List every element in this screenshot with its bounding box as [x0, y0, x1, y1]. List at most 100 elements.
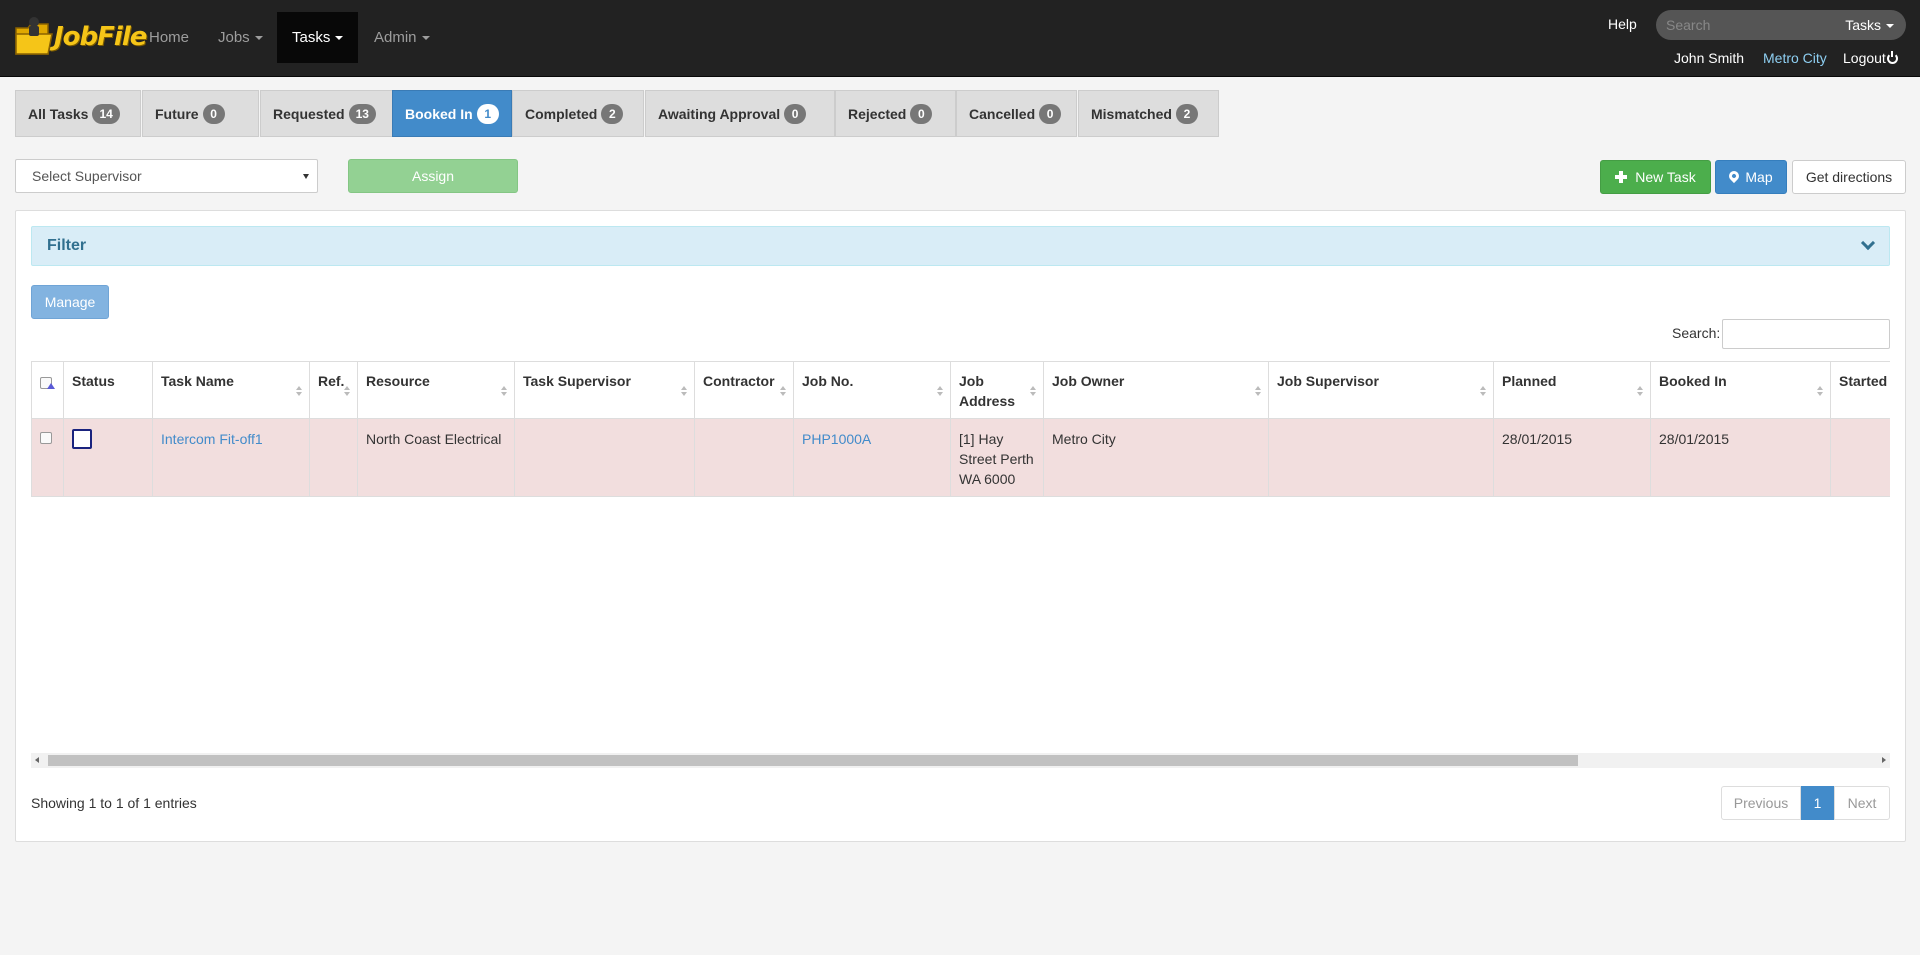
- col-job-owner-label: Job Owner: [1052, 373, 1125, 389]
- nav-admin-label: Admin: [374, 29, 417, 46]
- sort-icon: [501, 386, 508, 398]
- current-page-button[interactable]: 1: [1801, 786, 1834, 820]
- logo-text: JobFile: [54, 22, 147, 52]
- col-task-name-label: Task Name: [161, 373, 234, 389]
- col-booked-in-label: Booked In: [1659, 373, 1727, 389]
- select-all-header[interactable]: [31, 361, 64, 419]
- count-badge: 2: [601, 104, 624, 124]
- tab-rejected[interactable]: Rejected 0: [835, 90, 956, 137]
- col-job-supervisor[interactable]: Job Supervisor: [1268, 361, 1494, 419]
- jobfile-logo[interactable]: JobFile: [14, 8, 147, 68]
- scrollbar-thumb[interactable]: [48, 755, 1578, 766]
- row-select-cell[interactable]: [31, 418, 64, 497]
- col-resource-label: Resource: [366, 373, 430, 389]
- tab-label: Future: [155, 106, 199, 122]
- map-button[interactable]: Map: [1715, 160, 1787, 194]
- caret-down-icon: [421, 36, 430, 41]
- job-address-cell: [1] Hay Street Perth WA 6000: [950, 418, 1044, 497]
- tab-label: Requested: [273, 106, 345, 122]
- nav-jobs[interactable]: Jobs: [203, 12, 278, 63]
- nav-tasks[interactable]: Tasks: [277, 12, 358, 63]
- col-planned[interactable]: Planned: [1493, 361, 1651, 419]
- count-badge: 13: [348, 104, 376, 124]
- manage-button[interactable]: Manage: [31, 285, 109, 319]
- table-row[interactable]: Intercom Fit-off1 North Coast Electrical…: [31, 418, 1890, 497]
- tab-cancelled[interactable]: Cancelled 0: [956, 90, 1077, 137]
- count-badge: 0: [784, 104, 807, 124]
- new-task-button[interactable]: New Task: [1600, 160, 1711, 194]
- sort-icon: [1255, 386, 1262, 398]
- job-owner-cell: Metro City: [1043, 418, 1269, 497]
- table-header-row: Status Task Name Ref. Resource Task Supe…: [31, 361, 1890, 419]
- started-cell: [1830, 418, 1890, 497]
- horizontal-scrollbar[interactable]: [31, 753, 1890, 768]
- filter-header[interactable]: Filter: [31, 226, 1890, 266]
- nav-admin[interactable]: Admin: [359, 12, 445, 63]
- logout-link[interactable]: Logout: [1843, 50, 1898, 66]
- supervisor-select[interactable]: Select Supervisor: [15, 159, 318, 193]
- next-page-button[interactable]: Next: [1834, 786, 1890, 820]
- caret-down-icon: [335, 36, 344, 41]
- tab-future[interactable]: Future 0: [142, 90, 259, 137]
- folder-logo-icon: [15, 17, 53, 55]
- col-resource[interactable]: Resource: [357, 361, 515, 419]
- scroll-right-icon[interactable]: [1882, 757, 1886, 763]
- row-checkbox[interactable]: [40, 432, 52, 444]
- col-booked-in[interactable]: Booked In: [1650, 361, 1831, 419]
- previous-page-button[interactable]: Previous: [1721, 786, 1801, 820]
- tab-all-tasks[interactable]: All Tasks 14: [15, 90, 141, 137]
- sort-icon: [1817, 386, 1824, 398]
- sort-icon: [296, 386, 303, 398]
- table-info: Showing 1 to 1 of 1 entries: [31, 795, 197, 811]
- tab-booked-in[interactable]: Booked In 1: [392, 90, 512, 137]
- col-job-owner[interactable]: Job Owner: [1043, 361, 1269, 419]
- col-task-supervisor-label: Task Supervisor: [523, 373, 631, 389]
- user-org-link[interactable]: Metro City: [1763, 50, 1827, 66]
- table-search-input[interactable]: [1722, 319, 1890, 349]
- sort-icon: [344, 386, 351, 398]
- col-job-no[interactable]: Job No.: [793, 361, 951, 419]
- caret-down-icon: [254, 36, 263, 41]
- col-status[interactable]: Status: [63, 361, 153, 419]
- search-type-dropdown[interactable]: Tasks: [1845, 10, 1894, 40]
- job-no-link[interactable]: PHP1000A: [802, 431, 871, 447]
- plus-icon: [1615, 171, 1628, 183]
- planned-cell: 28/01/2015: [1493, 418, 1651, 497]
- search-input[interactable]: Search: [1666, 10, 1816, 40]
- col-planned-label: Planned: [1502, 373, 1557, 389]
- top-navbar: JobFile Home Jobs Tasks Admin Help Searc…: [0, 0, 1920, 77]
- global-search: Search Tasks: [1656, 10, 1906, 40]
- tab-label: Cancelled: [969, 106, 1036, 122]
- col-task-supervisor[interactable]: Task Supervisor: [514, 361, 695, 419]
- col-job-address[interactable]: Job Address: [950, 361, 1044, 419]
- supervisor-select-value: Select Supervisor: [32, 168, 142, 184]
- tab-label: Mismatched: [1091, 106, 1172, 122]
- col-task-name[interactable]: Task Name: [152, 361, 310, 419]
- count-badge: 0: [1039, 104, 1062, 124]
- logout-label: Logout: [1843, 50, 1886, 66]
- tab-label: Completed: [525, 106, 598, 122]
- assign-button[interactable]: Assign: [348, 159, 518, 193]
- resource-cell: North Coast Electrical: [357, 418, 515, 497]
- status-indicator[interactable]: [72, 429, 92, 449]
- help-link[interactable]: Help: [1608, 16, 1637, 32]
- count-badge: 0: [910, 104, 933, 124]
- col-ref-label: Ref.: [318, 373, 345, 389]
- tab-awaiting-approval[interactable]: Awaiting Approval 0: [645, 90, 835, 137]
- contractor-cell: [694, 418, 794, 497]
- scroll-left-icon[interactable]: [35, 757, 39, 763]
- tab-mismatched[interactable]: Mismatched 2: [1078, 90, 1219, 137]
- col-job-address-label: Job Address: [959, 373, 1016, 409]
- chevron-down-icon[interactable]: [1860, 235, 1876, 251]
- tab-label: All Tasks: [28, 106, 89, 122]
- tab-requested[interactable]: Requested 13: [260, 90, 394, 137]
- nav-home[interactable]: Home: [134, 12, 204, 63]
- nav-jobs-label: Jobs: [218, 29, 250, 46]
- col-started[interactable]: Started: [1830, 361, 1890, 419]
- task-name-link[interactable]: Intercom Fit-off1: [161, 431, 263, 447]
- col-ref[interactable]: Ref.: [309, 361, 358, 419]
- tab-completed[interactable]: Completed 2: [512, 90, 644, 137]
- sort-icon: [1480, 386, 1487, 398]
- get-directions-button[interactable]: Get directions: [1792, 160, 1906, 194]
- col-contractor[interactable]: Contractor: [694, 361, 794, 419]
